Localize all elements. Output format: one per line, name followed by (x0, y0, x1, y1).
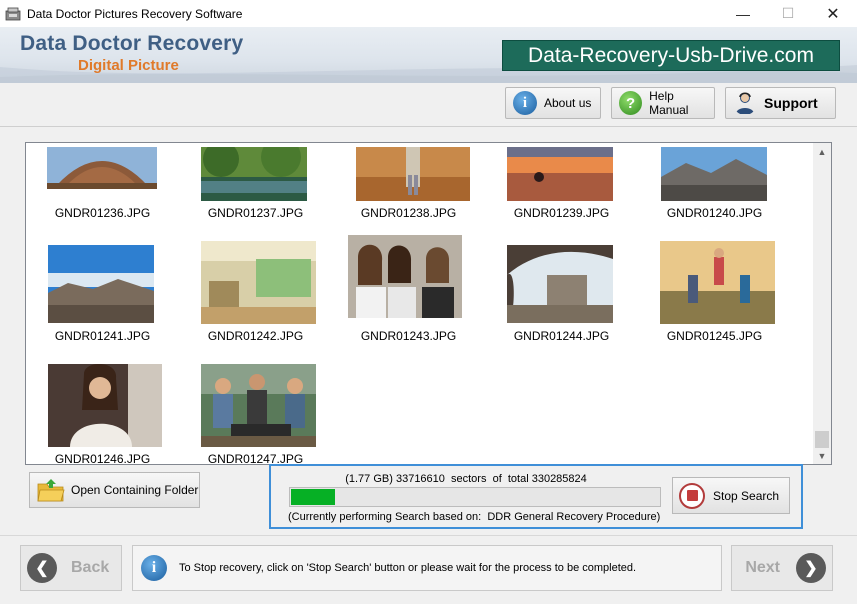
progress-bar (289, 487, 661, 507)
filename-label: GNDR01242.JPG (207, 329, 304, 343)
photo-woman-portrait-thumbnail (48, 364, 162, 447)
info-icon: i (513, 91, 537, 115)
open-containing-folder-button[interactable]: Open Containing Folder (29, 472, 200, 508)
thumbnail-gndr01241[interactable] (48, 245, 154, 323)
photo-mountain-valley-thumbnail (661, 147, 767, 201)
scroll-down-arrow-icon[interactable]: ▼ (813, 447, 831, 464)
filename-label: GNDR01241.JPG (54, 329, 151, 343)
thumbnail-gndr01238[interactable] (356, 147, 470, 201)
header-banner: Data Doctor Recovery Digital Picture Dat… (0, 27, 857, 83)
stop-search-label: Stop Search (713, 488, 780, 503)
recovered-photos-gallery: GNDR01236.JPG GNDR01237.JPG GNDR01238.JP… (25, 142, 832, 465)
thumbnail-gndr01240[interactable] (661, 147, 767, 201)
about-us-button[interactable]: i About us (505, 87, 601, 119)
search-progress-panel: (1.77 GB) 33716610 sectors of total 3302… (269, 464, 803, 529)
filename-label: GNDR01238.JPG (360, 206, 457, 220)
filename-label: GNDR01245.JPG (666, 329, 763, 343)
folder-open-icon (37, 479, 65, 502)
stop-search-button[interactable]: Stop Search (672, 477, 790, 514)
photo-friends-jumping-thumbnail (660, 241, 775, 324)
title-bar: Data Doctor Pictures Recovery Software —… (0, 0, 857, 27)
header-divider (0, 126, 857, 127)
next-label: Next (745, 559, 780, 576)
filename-label: GNDR01244.JPG (513, 329, 610, 343)
thumbnail-gndr01237[interactable] (201, 147, 307, 201)
photo-cave-ruins-thumbnail (507, 245, 613, 323)
minimize-button[interactable]: — (720, 0, 766, 27)
thumbnail-gndr01239[interactable] (507, 147, 613, 201)
help-manual-button[interactable]: ? Help Manual (611, 87, 715, 119)
maximize-button[interactable]: ☐ (765, 0, 811, 27)
window-title: Data Doctor Pictures Recovery Software (27, 6, 243, 21)
sector-progress-text: (1.77 GB) 33716610 sectors of total 3302… (345, 473, 587, 485)
thumbnail-gndr01245[interactable] (660, 241, 775, 324)
website-banner: Data-Recovery-Usb-Drive.com (502, 40, 840, 71)
search-status-text: (Currently performing Search based on: D… (288, 511, 661, 523)
support-label: Support (764, 95, 818, 111)
photo-pond-trees-thumbnail (201, 147, 307, 201)
brand-title: Data Doctor Recovery (20, 32, 244, 55)
thumbnail-gndr01243[interactable] (348, 235, 462, 318)
back-button[interactable]: ❮ Back (20, 545, 122, 591)
support-person-icon (736, 92, 754, 114)
filename-label: GNDR01239.JPG (513, 206, 610, 220)
question-icon: ? (619, 91, 643, 115)
chevron-left-icon: ❮ (27, 553, 57, 583)
photo-cafe-interior-thumbnail (201, 241, 316, 324)
thumbnail-gndr01242[interactable] (201, 241, 316, 324)
about-us-label: About us (544, 96, 592, 110)
photo-temple-thumbnail (47, 147, 157, 189)
support-button[interactable]: Support (725, 87, 836, 119)
filename-label: GNDR01243.JPG (360, 329, 457, 343)
help-manual-label: Help Manual (649, 89, 689, 117)
filename-label: GNDR01246.JPG (54, 452, 151, 465)
back-label: Back (71, 559, 110, 576)
scrollbar-thumb[interactable] (815, 431, 829, 448)
open-containing-folder-label: Open Containing Folder (71, 483, 199, 497)
next-button[interactable]: Next ❯ (731, 545, 833, 591)
filename-label: GNDR01237.JPG (207, 206, 304, 220)
footer-divider (0, 535, 857, 536)
photo-sunset-desert-thumbnail (507, 147, 613, 201)
progress-bar-fill (291, 489, 335, 505)
thumbnail-gndr01244[interactable] (507, 245, 613, 323)
brand-subtitle: Digital Picture (78, 57, 179, 74)
photo-mountain-sky-thumbnail (48, 245, 154, 323)
photo-group-barbecue-thumbnail (201, 364, 316, 447)
thumbnail-gndr01236[interactable] (47, 147, 157, 189)
thumbnail-gndr01246[interactable] (48, 364, 162, 447)
photo-three-girls-thumbnail (348, 235, 462, 318)
info-message-text: To Stop recovery, click on 'Stop Search'… (179, 562, 637, 574)
gallery-scrollbar[interactable]: ▲ ▼ (813, 143, 831, 464)
filename-label: GNDR01240.JPG (666, 206, 763, 220)
chevron-right-icon: ❯ (796, 553, 826, 583)
app-icon (5, 7, 21, 20)
info-icon: i (141, 555, 167, 581)
info-message-bar: i To Stop recovery, click on 'Stop Searc… (132, 545, 722, 591)
thumbnail-gndr01247[interactable] (201, 364, 316, 447)
photo-autumn-forest-person-thumbnail (356, 147, 470, 201)
stop-icon (679, 482, 705, 509)
close-button[interactable]: ✕ (810, 0, 856, 27)
scroll-up-arrow-icon[interactable]: ▲ (813, 143, 831, 160)
filename-label: GNDR01236.JPG (54, 206, 151, 220)
